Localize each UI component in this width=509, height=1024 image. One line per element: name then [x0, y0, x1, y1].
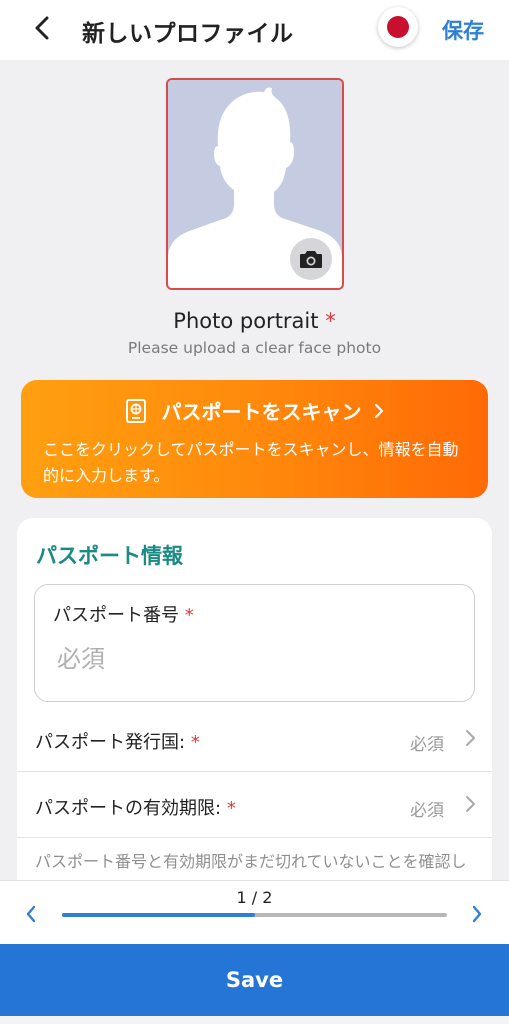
page-indicator: 1 / 2 [236, 888, 273, 907]
top-app-bar: 新しいプロファイル 保存 [0, 0, 509, 60]
passport-number-input[interactable] [57, 639, 447, 679]
header-save-button[interactable]: 保存 [442, 15, 484, 45]
photo-label: Photo portrait * [0, 309, 509, 333]
expiry-date-row[interactable]: パスポートの有効期限: * 必須 [17, 772, 492, 838]
issuing-country-value: 必須 [410, 735, 444, 755]
back-button[interactable] [28, 12, 56, 44]
issuing-country-label-text: パスポート発行国: [35, 732, 186, 753]
photo-hint: Please upload a clear face photo [127, 339, 382, 357]
issuing-country-label: パスポート発行国: * [35, 728, 200, 754]
progress-bar [62, 913, 447, 917]
photo-label-text: Photo portrait [173, 309, 319, 333]
required-asterisk: * [325, 309, 336, 333]
scan-banner-title: パスポートをスキャン [161, 400, 362, 424]
passport-info-card: パスポート情報 パスポート番号 * パスポート発行国: * 必須 パスポートの有… [17, 518, 492, 898]
camera-icon [300, 251, 322, 268]
expiry-date-label: パスポートの有効期限: * [35, 794, 236, 820]
passport-icon [125, 398, 146, 423]
expiry-date-label-text: パスポートの有効期限: [35, 798, 222, 819]
progress-bar-fill [62, 913, 255, 917]
bottom-strip [0, 1016, 509, 1024]
save-button[interactable]: Save [0, 944, 509, 1016]
passport-number-label-text: パスポート番号 [53, 605, 179, 626]
camera-button[interactable] [290, 238, 332, 280]
next-page-button[interactable] [468, 903, 486, 925]
language-flag-button[interactable] [378, 7, 418, 47]
passport-number-field[interactable]: パスポート番号 * [34, 584, 475, 702]
required-asterisk: * [184, 605, 194, 626]
expiry-date-value: 必須 [410, 801, 444, 821]
scan-title-row: パスポートをスキャン [21, 396, 488, 425]
page-title: 新しいプロファイル [82, 21, 294, 47]
issuing-country-row[interactable]: パスポート発行国: * 必須 [17, 706, 492, 772]
back-arrow-icon [35, 16, 49, 40]
page-navigator: 1 / 2 [0, 880, 509, 944]
japan-flag-icon [387, 16, 409, 38]
chevron-right-icon [374, 403, 383, 418]
required-asterisk: * [190, 732, 200, 753]
scan-banner-description: ここをクリックしてパスポートをスキャンし、情報を自動的に入力します。 [43, 440, 459, 485]
chevron-right-icon [466, 730, 475, 746]
section-title: パスポート情報 [36, 544, 183, 568]
chevron-right-icon [466, 796, 475, 812]
chevron-left-icon [26, 905, 36, 923]
scan-passport-banner[interactable]: パスポートをスキャン ここをクリックしてパスポートをスキャンし、情報を自動的に入… [21, 380, 488, 498]
chevron-right-icon [472, 905, 482, 923]
save-button-label: Save [225, 968, 284, 992]
passport-number-label: パスポート番号 * [53, 601, 194, 627]
required-asterisk: * [226, 798, 236, 819]
